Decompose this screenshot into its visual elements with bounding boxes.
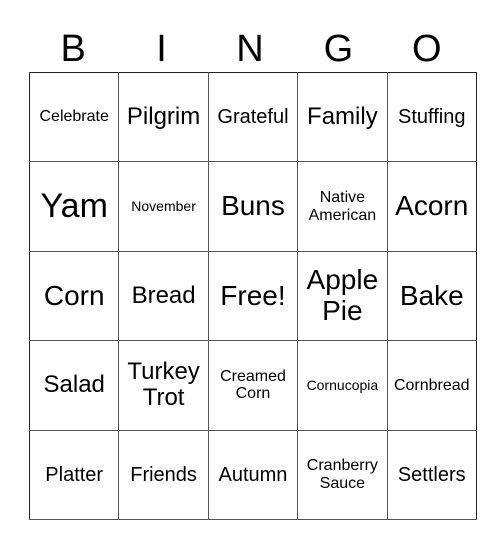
bingo-cell[interactable]: Autumn — [207, 429, 299, 520]
bingo-cell[interactable]: Corn — [28, 250, 120, 342]
bingo-cell[interactable]: Cranberry Sauce — [297, 429, 388, 520]
bingo-grid: Celebrate Pilgrim Grateful Family Stuffi… — [28, 71, 477, 520]
bingo-cell[interactable]: Yam — [28, 161, 120, 252]
header-letter-i: I — [156, 28, 167, 70]
bingo-cell[interactable]: Friends — [118, 429, 209, 520]
bingo-cell[interactable]: Turkey Trot — [118, 340, 209, 431]
bingo-cell[interactable]: Apple Pie — [297, 250, 388, 342]
bingo-cell[interactable]: Cornbread — [386, 340, 477, 431]
bingo-cell[interactable]: Creamed Corn — [207, 340, 299, 431]
bingo-cell[interactable]: Salad — [28, 340, 120, 431]
bingo-header: B I N G O — [29, 26, 471, 72]
header-letter-o: O — [411, 28, 442, 70]
grid-row: Salad Turkey Trot Creamed Corn Cornucopi… — [28, 340, 477, 431]
header-letter-b: B — [60, 28, 86, 70]
bingo-cell[interactable]: Celebrate — [28, 71, 120, 163]
bingo-cell[interactable]: Family — [297, 71, 388, 163]
bingo-cell[interactable]: Buns — [207, 161, 299, 252]
bingo-cell[interactable]: Native American — [297, 161, 388, 252]
free-space-cell[interactable]: Free! — [207, 250, 299, 342]
grid-row: Yam November Buns Native American Acorn — [28, 161, 477, 252]
bingo-cell[interactable]: Stuffing — [386, 71, 477, 163]
bingo-cell[interactable]: Cornucopia — [297, 340, 388, 431]
grid-row: Celebrate Pilgrim Grateful Family Stuffi… — [28, 71, 477, 163]
bingo-cell[interactable]: Platter — [28, 429, 120, 520]
header-letter-g: G — [323, 28, 354, 70]
grid-row: Platter Friends Autumn Cranberry Sauce S… — [28, 429, 477, 520]
grid-row: Corn Bread Free! Apple Pie Bake — [28, 250, 477, 342]
bingo-cell[interactable]: Settlers — [386, 429, 477, 520]
bingo-cell[interactable]: Grateful — [207, 71, 299, 163]
header-letter-n: N — [236, 28, 264, 70]
bingo-cell[interactable]: Acorn — [386, 161, 477, 252]
bingo-cell[interactable]: Bake — [386, 250, 477, 342]
bingo-cell[interactable]: Bread — [118, 250, 209, 342]
bingo-cell[interactable]: Pilgrim — [118, 71, 209, 163]
bingo-cell[interactable]: November — [118, 161, 209, 252]
